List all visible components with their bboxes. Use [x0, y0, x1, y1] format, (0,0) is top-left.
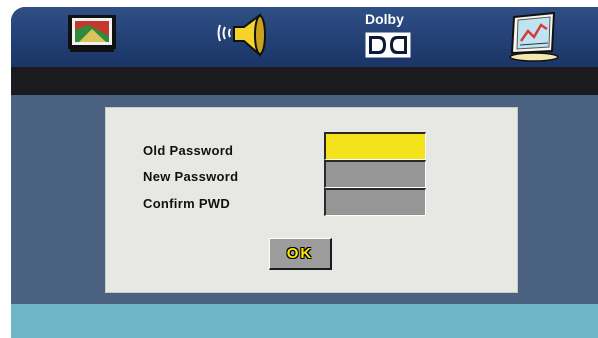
tab-preference[interactable] [506, 11, 562, 68]
new-password-label: New Password [143, 169, 239, 184]
preference-chart-icon [509, 11, 559, 62]
tab-audio[interactable] [216, 13, 272, 62]
menu-subtitle-bar [11, 67, 598, 95]
picture-settings-icon [68, 15, 116, 52]
menu-tab-bar: Dolby [11, 7, 598, 67]
ok-button[interactable]: OK [269, 238, 332, 270]
old-password-label: Old Password [143, 143, 234, 158]
dolby-double-d-icon [365, 32, 411, 58]
new-password-field[interactable] [324, 160, 426, 188]
dolby-label: Dolby [365, 11, 404, 27]
old-password-field[interactable] [324, 132, 426, 160]
speaker-icon [217, 13, 266, 58]
confirm-password-label: Confirm PWD [143, 196, 231, 211]
osd-screen: Dolby Old Password New Password Confirm [11, 7, 598, 338]
help-bar [11, 304, 598, 338]
confirm-password-field[interactable] [324, 188, 426, 216]
tab-picture[interactable] [66, 13, 118, 58]
password-dialog: Old Password New Password Confirm PWD OK [105, 107, 518, 293]
